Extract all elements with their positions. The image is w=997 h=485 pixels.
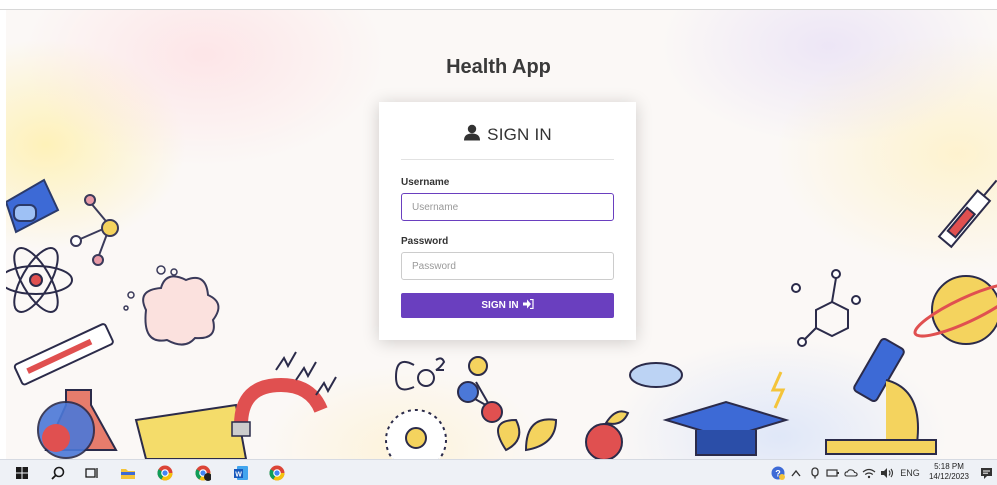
clock-time: 5:18 PM — [934, 462, 964, 471]
flask-doodle-left — [37, 389, 118, 459]
microscope-doodle — [825, 337, 937, 455]
windows-taskbar: W ? ENG 5:18 PM 14/12/2023 — [0, 459, 997, 485]
clock[interactable]: 5:18 PM 14/12/2023 — [925, 462, 973, 482]
search-icon[interactable] — [50, 463, 66, 482]
chevron-up-icon[interactable] — [790, 465, 802, 481]
goggles-doodle — [6, 178, 60, 234]
sign-in-button-label: SIGN IN — [481, 300, 519, 311]
molecule-doodle-right — [791, 269, 861, 347]
task-view-icon[interactable] — [84, 463, 100, 482]
user-icon — [463, 124, 481, 146]
magnet-doodle — [231, 377, 328, 437]
clock-date: 14/12/2023 — [928, 472, 970, 481]
file-explorer-icon[interactable] — [120, 463, 136, 482]
username-input[interactable] — [401, 193, 614, 221]
app-title: Health App — [446, 56, 551, 78]
word-icon[interactable]: W — [232, 463, 250, 482]
plant-doodle — [497, 418, 558, 452]
window-top-edge — [0, 0, 997, 10]
svg-text:W: W — [235, 471, 242, 478]
co2-doodle — [394, 357, 446, 391]
book-doodle — [134, 403, 248, 459]
chrome-profile-icon[interactable] — [194, 463, 212, 482]
smoke-cloud-doodle — [142, 275, 220, 346]
planet-doodle — [913, 275, 997, 345]
molecule-doodle-center — [457, 356, 503, 423]
wifi-icon[interactable] — [862, 465, 876, 481]
graduation-cap-doodle — [662, 400, 790, 456]
username-label: Username — [401, 177, 450, 188]
password-label: Password — [401, 236, 449, 247]
sign-in-arrow-icon — [522, 298, 534, 312]
molecule-doodle-left — [70, 194, 119, 266]
thermometer-doodle — [13, 323, 114, 386]
meet-now-icon[interactable] — [808, 465, 822, 481]
lightbulb-doodle — [385, 409, 447, 459]
notification-icon[interactable] — [978, 465, 994, 481]
onedrive-icon[interactable] — [844, 465, 858, 481]
sign-in-button[interactable]: SIGN IN — [401, 293, 614, 318]
syringe-doodle — [937, 179, 997, 249]
help-icon[interactable]: ? — [770, 465, 786, 481]
chrome-alt-icon[interactable] — [268, 463, 286, 482]
language-indicator[interactable]: ENG — [898, 465, 922, 481]
chrome-icon[interactable] — [156, 463, 174, 482]
apple-doodle — [585, 410, 630, 459]
sign-in-heading: SIGN IN — [379, 124, 636, 146]
sign-in-title: SIGN IN — [487, 125, 552, 144]
atom-doodle — [6, 247, 73, 313]
battery-icon[interactable] — [826, 465, 840, 481]
volume-icon[interactable] — [880, 465, 894, 481]
lightning-doodle — [770, 371, 786, 409]
heading-divider — [401, 159, 614, 160]
windows-start-icon[interactable] — [14, 463, 30, 482]
sign-in-card: SIGN IN Username Password SIGN IN — [379, 102, 636, 340]
petri-dish-doodle — [629, 362, 683, 388]
password-input[interactable] — [401, 252, 614, 280]
